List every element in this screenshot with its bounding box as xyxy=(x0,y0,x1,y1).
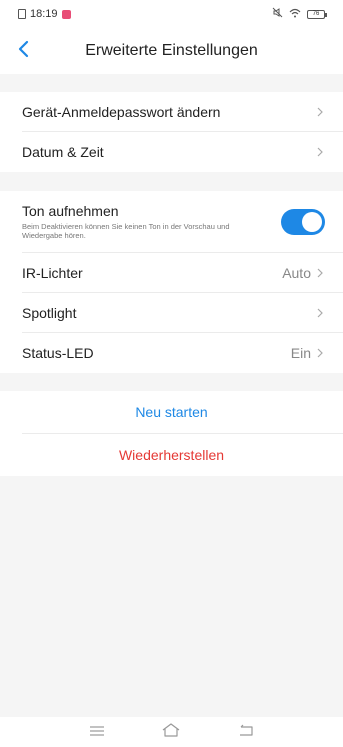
status-bar: 18:19 76 xyxy=(0,0,343,28)
restart-button[interactable]: Neu starten xyxy=(0,391,343,433)
chevron-right-icon xyxy=(317,147,325,157)
restore-button[interactable]: Wiederherstellen xyxy=(0,434,343,476)
status-led-label: Status-LED xyxy=(22,345,94,361)
actions-section: Neu starten Wiederherstellen xyxy=(0,391,343,476)
chevron-right-icon xyxy=(317,107,325,117)
spotlight-label: Spotlight xyxy=(22,304,77,321)
record-audio-description: Beim Deaktivieren können Sie keinen Ton … xyxy=(22,222,230,240)
back-nav-button[interactable] xyxy=(234,720,258,744)
chevron-right-icon xyxy=(317,268,325,278)
menu-icon xyxy=(89,723,105,741)
home-nav-button[interactable] xyxy=(159,720,183,744)
chevron-right-icon xyxy=(317,308,325,318)
spotlight-row[interactable]: Spotlight xyxy=(22,293,343,333)
device-settings-section: Ton aufnehmen Beim Deaktivieren können S… xyxy=(0,191,343,373)
status-left: 18:19 xyxy=(18,8,71,20)
record-audio-row: Ton aufnehmen Beim Deaktivieren können S… xyxy=(22,191,343,253)
status-right: 76 xyxy=(272,7,327,21)
mute-icon xyxy=(272,7,283,21)
home-icon xyxy=(161,722,181,742)
status-time: 18:19 xyxy=(30,8,58,20)
record-audio-toggle[interactable] xyxy=(281,208,325,235)
app-notification-icon xyxy=(61,9,71,19)
ir-lights-row[interactable]: IR-Lichter Auto xyxy=(22,253,343,293)
ir-lights-label: IR-Lichter xyxy=(22,264,83,281)
change-password-row[interactable]: Gerät-Anmeldepasswort ändern xyxy=(22,92,343,132)
toggle-knob xyxy=(302,211,322,232)
page-title: Erweiterte Einstellungen xyxy=(85,42,258,59)
status-led-row[interactable]: Status-LED Ein xyxy=(22,333,343,373)
ir-lights-value: Auto xyxy=(282,264,311,281)
record-audio-label: Ton aufnehmen xyxy=(22,203,119,219)
change-password-label: Gerät-Anmeldepasswort ändern xyxy=(22,103,221,120)
back-nav-icon xyxy=(238,723,254,741)
back-arrow-icon xyxy=(17,40,29,63)
date-time-row[interactable]: Datum & Zeit xyxy=(22,132,343,172)
header: Erweiterte Einstellungen xyxy=(0,28,343,74)
wifi-icon xyxy=(289,8,301,21)
chevron-right-icon xyxy=(317,348,325,358)
menu-nav-button[interactable] xyxy=(85,720,109,744)
battery-icon: 76 xyxy=(307,9,327,19)
system-nav-bar xyxy=(0,717,343,747)
status-led-value: Ein xyxy=(290,345,311,361)
date-time-label: Datum & Zeit xyxy=(22,144,104,160)
sim-icon xyxy=(18,9,26,19)
account-settings-section: Gerät-Anmeldepasswort ändern Datum & Zei… xyxy=(0,92,343,172)
back-button[interactable] xyxy=(8,36,38,66)
record-audio-text: Ton aufnehmen Beim Deaktivieren können S… xyxy=(22,203,281,240)
